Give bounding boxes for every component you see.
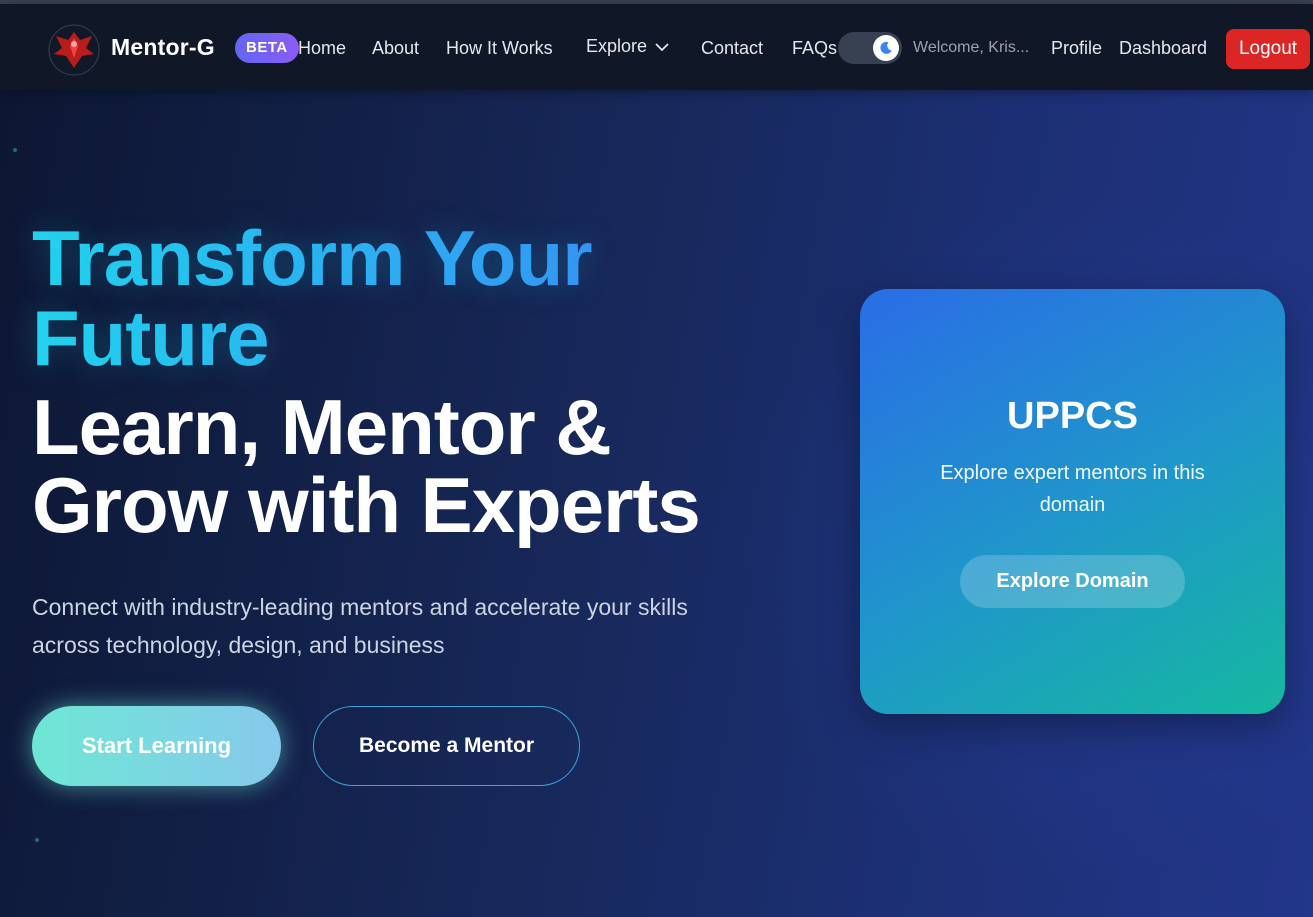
brand-logo-icon[interactable] [48,24,100,76]
nav-profile[interactable]: Profile [1051,38,1102,59]
brand-name[interactable]: Mentor-G [111,34,215,61]
nav-about[interactable]: About [372,38,419,59]
hero-section: Transform Your Future Learn, Mentor & Gr… [0,90,1313,917]
hero-subtitle: Connect with industry-leading mentors an… [32,594,688,658]
beta-badge: BETA [235,33,299,63]
nav-explore-dropdown[interactable]: Explore [586,36,669,57]
theme-toggle[interactable] [838,32,902,64]
nav-dashboard[interactable]: Dashboard [1119,38,1207,59]
hero-headline-gradient: Transform Your Future [32,218,732,378]
domain-card-description: Explore expert mentors in this domain [940,462,1205,516]
chevron-down-icon [655,36,669,57]
become-mentor-button[interactable]: Become a Mentor [313,706,580,786]
moon-icon [873,35,899,61]
nav-home[interactable]: Home [298,38,346,59]
logout-button[interactable]: Logout [1226,29,1310,69]
hero-headline: Learn, Mentor & Grow with Experts [32,383,701,549]
start-learning-button[interactable]: Start Learning [32,706,281,786]
decorative-dot [13,148,17,152]
nav-contact[interactable]: Contact [701,38,763,59]
domain-card-title: UPPCS [1007,395,1138,437]
explore-domain-button[interactable]: Explore Domain [960,555,1185,608]
welcome-text: Welcome, Kris... [913,39,1030,56]
nav-how-it-works[interactable]: How It Works [446,38,553,59]
nav-explore-label: Explore [586,36,648,56]
decorative-dot [35,838,39,842]
domain-card: UPPCS Explore expert mentors in this dom… [860,289,1285,714]
navbar: Mentor-G BETA Home About How It Works Ex… [0,4,1313,90]
nav-faqs[interactable]: FAQs [792,38,837,59]
